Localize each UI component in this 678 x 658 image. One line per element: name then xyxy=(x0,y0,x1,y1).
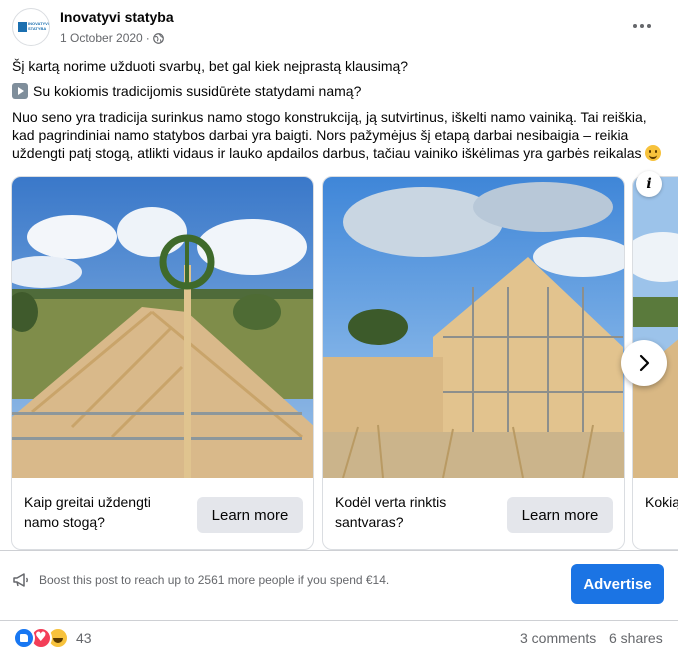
post-card: INOVATYVI STATYBA Inovatyvi statyba 1 Oc… xyxy=(0,0,678,658)
more-options-icon[interactable] xyxy=(628,12,656,40)
roof-wreath-photo[interactable] xyxy=(12,177,313,478)
comments-count[interactable]: 3 comments xyxy=(520,630,596,646)
globe-icon xyxy=(152,32,164,44)
post-text-line-2: Su kokiomis tradicijomis susidūrėte stat… xyxy=(12,82,361,100)
timber-frame-house-photo[interactable] xyxy=(323,177,624,478)
divider xyxy=(0,620,678,621)
carousel-card-2[interactable]: Kodėl verta rinktis santvaras? Learn mor… xyxy=(322,176,625,550)
boost-bar: Boost this post to reach up to 2561 more… xyxy=(12,572,389,588)
divider xyxy=(0,550,678,551)
smile-emoji-icon xyxy=(645,145,662,161)
avatar-logo-text: INOVATYVI STATYBA xyxy=(28,21,49,31)
info-icon[interactable]: i xyxy=(636,171,662,197)
card-1-caption[interactable]: Kaip greitai uždengti namo stogą? xyxy=(24,492,174,532)
card-2-caption[interactable]: Kodėl verta rinktis santvaras? xyxy=(335,492,485,532)
learn-more-button-1[interactable]: Learn more xyxy=(197,497,303,533)
partial-card-photo[interactable] xyxy=(633,177,678,478)
chevron-right-icon[interactable] xyxy=(621,340,667,386)
post-text-line-2-label: Su kokiomis tradicijomis susidūrėte stat… xyxy=(33,83,362,99)
page-name[interactable]: Inovatyvi statyba xyxy=(60,9,174,25)
post-text-paragraph: Nuo seno yra tradicija surinkus namo sto… xyxy=(12,108,662,162)
play-button-emoji-icon xyxy=(12,83,28,99)
boost-text: Boost this post to reach up to 2561 more… xyxy=(39,573,390,587)
page-avatar[interactable]: INOVATYVI STATYBA xyxy=(12,8,50,46)
post-text-line-1: Šį kartą norime užduoti svarbų, bet gal … xyxy=(12,58,409,74)
learn-more-button-2[interactable]: Learn more xyxy=(507,497,613,533)
reaction-count[interactable]: 43 xyxy=(76,630,92,646)
like-reaction-icon xyxy=(13,627,35,649)
meta-separator: · xyxy=(145,31,150,45)
carousel-card-1[interactable]: Kaip greitai uždengti namo stogą? Learn … xyxy=(11,176,314,550)
megaphone-icon xyxy=(13,573,28,587)
shares-count[interactable]: 6 shares xyxy=(609,630,663,646)
advertise-button[interactable]: Advertise xyxy=(571,564,664,604)
logo-mark xyxy=(18,22,27,32)
post-date[interactable]: 1 October 2020 xyxy=(60,31,143,45)
post-meta: 1 October 2020 · xyxy=(60,31,164,45)
post-paragraph-text: Nuo seno yra tradicija surinkus namo sto… xyxy=(12,109,647,161)
reactions-summary[interactable]: 43 xyxy=(13,627,92,649)
card-3-caption[interactable]: Kokią stogu xyxy=(645,492,678,512)
